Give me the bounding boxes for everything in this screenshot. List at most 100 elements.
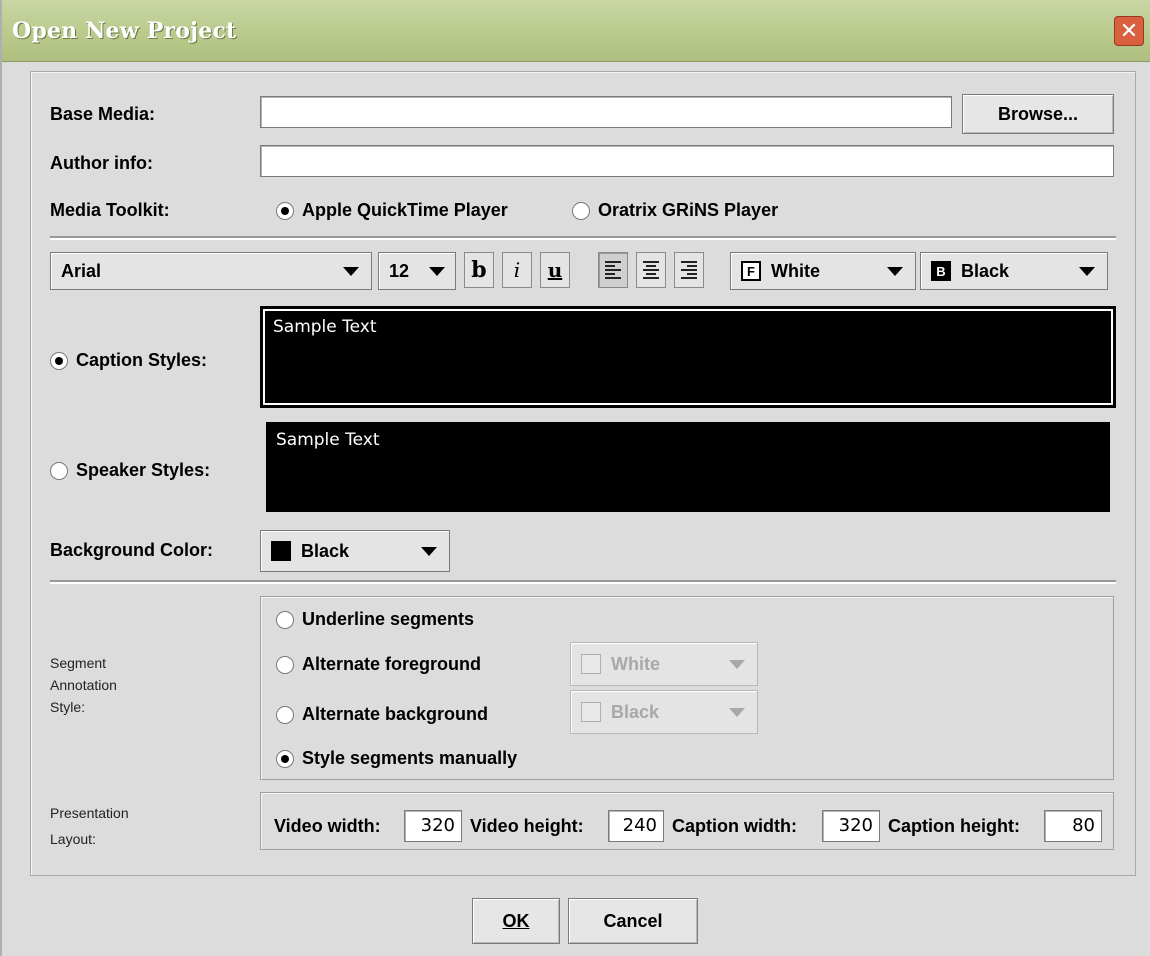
caption-preview[interactable]: Sample Text bbox=[260, 306, 1116, 408]
radio-unselected-icon bbox=[50, 461, 68, 480]
caption-height-input[interactable]: 80 bbox=[1044, 810, 1102, 842]
base-media-label: Base Media: bbox=[50, 104, 156, 124]
segment-option-label: Style segments manually bbox=[302, 748, 518, 768]
foreground-color-select[interactable]: F White bbox=[730, 252, 916, 290]
chevron-down-icon bbox=[421, 546, 437, 556]
radio-unselected-icon bbox=[572, 201, 590, 220]
speaker-styles-label: Speaker Styles: bbox=[76, 460, 211, 480]
media-toolkit-label: Media Toolkit: bbox=[50, 200, 170, 220]
background-color-value-wrap: B Black bbox=[921, 261, 1079, 282]
radio-selected-icon bbox=[276, 201, 294, 220]
color-swatch-icon bbox=[581, 702, 601, 722]
radio-unselected-icon bbox=[276, 610, 294, 629]
alternate-background-value: Black bbox=[611, 701, 660, 722]
caption-sample-text: Sample Text bbox=[273, 317, 377, 337]
alternate-background-radio[interactable]: Alternate background bbox=[276, 704, 488, 725]
base-media-input[interactable] bbox=[260, 96, 952, 128]
cancel-button-label: Cancel bbox=[603, 910, 663, 931]
bold-icon: b bbox=[471, 257, 487, 283]
cancel-button[interactable]: Cancel bbox=[568, 898, 698, 944]
background-color-dropdown-value: Black bbox=[301, 540, 350, 561]
chevron-down-icon bbox=[729, 707, 745, 717]
font-family-select[interactable]: Arial bbox=[50, 252, 372, 290]
toolkit-option-label: Oratrix GRiNS Player bbox=[598, 200, 779, 220]
separator bbox=[50, 580, 1116, 584]
alternate-foreground-value-wrap: White bbox=[571, 654, 729, 675]
italic-icon: i bbox=[513, 258, 521, 282]
layout-label-line: Presentation bbox=[50, 805, 129, 821]
font-size-value: 12 bbox=[389, 260, 410, 281]
browse-button-label: Browse... bbox=[997, 103, 1079, 124]
segment-label-line: Style: bbox=[50, 699, 86, 715]
separator bbox=[50, 236, 1116, 240]
alternate-background-select[interactable]: Black bbox=[570, 690, 758, 734]
chevron-down-icon bbox=[729, 659, 745, 669]
radio-unselected-icon bbox=[276, 705, 294, 724]
italic-button[interactable]: i bbox=[502, 252, 532, 288]
background-color-select[interactable]: B Black bbox=[920, 252, 1108, 290]
align-left-button[interactable] bbox=[598, 252, 628, 288]
alternate-foreground-radio[interactable]: Alternate foreground bbox=[276, 654, 481, 675]
alternate-foreground-value: White bbox=[611, 653, 660, 674]
align-left-icon bbox=[605, 261, 621, 279]
alternate-foreground-select[interactable]: White bbox=[570, 642, 758, 686]
segment-option-label: Alternate foreground bbox=[302, 654, 482, 674]
align-center-button[interactable] bbox=[636, 252, 666, 288]
radio-selected-icon bbox=[276, 749, 294, 768]
caption-width-input[interactable]: 320 bbox=[822, 810, 880, 842]
speaker-sample-text: Sample Text bbox=[276, 430, 380, 450]
ok-button-label: OK bbox=[502, 910, 530, 931]
background-color-label: Background Color: bbox=[50, 540, 214, 560]
foreground-letter-icon: F bbox=[741, 261, 761, 281]
background-color-value: Black bbox=[961, 260, 1010, 281]
color-swatch-icon bbox=[581, 654, 601, 674]
segment-label-line: Segment bbox=[50, 655, 107, 671]
align-right-button[interactable] bbox=[674, 252, 704, 288]
underline-button[interactable]: u bbox=[540, 252, 570, 288]
browse-button[interactable]: Browse... bbox=[962, 94, 1114, 134]
close-button[interactable]: ✕ bbox=[1114, 16, 1144, 46]
alternate-background-value-wrap: Black bbox=[571, 702, 729, 723]
video-width-input[interactable]: 320 bbox=[404, 810, 462, 842]
caption-width-label: Caption width: bbox=[672, 816, 797, 836]
underline-icon: u bbox=[547, 258, 563, 282]
video-height-label: Video height: bbox=[470, 816, 584, 836]
align-right-icon bbox=[681, 261, 697, 279]
caption-styles-radio[interactable]: Caption Styles: bbox=[50, 350, 207, 371]
author-info-input[interactable] bbox=[260, 145, 1114, 177]
chevron-down-icon bbox=[887, 266, 903, 276]
segment-option-label: Alternate background bbox=[302, 704, 489, 724]
title-bar[interactable]: Open New Project ✕ bbox=[2, 0, 1150, 62]
font-size-select[interactable]: 12 bbox=[378, 252, 456, 290]
segment-label-line: Annotation bbox=[50, 677, 117, 693]
foreground-color-value-wrap: F White bbox=[731, 261, 887, 282]
toolkit-radio-grins[interactable]: Oratrix GRiNS Player bbox=[572, 200, 778, 221]
speaker-preview[interactable]: Sample Text bbox=[266, 422, 1110, 512]
color-swatch-icon bbox=[271, 541, 291, 561]
background-color-dropdown[interactable]: Black bbox=[260, 530, 450, 572]
caption-styles-label: Caption Styles: bbox=[76, 350, 208, 370]
background-color-dropdown-value-wrap: Black bbox=[261, 541, 421, 562]
chevron-down-icon bbox=[429, 266, 445, 276]
segment-option-label: Underline segments bbox=[302, 609, 475, 629]
close-icon: ✕ bbox=[1119, 18, 1139, 43]
author-info-label: Author info: bbox=[50, 153, 153, 173]
speaker-styles-radio[interactable]: Speaker Styles: bbox=[50, 460, 210, 481]
ok-button[interactable]: OK bbox=[472, 898, 560, 944]
bold-button[interactable]: b bbox=[464, 252, 494, 288]
open-new-project-dialog: Open New Project ✕ Base Media: Browse...… bbox=[0, 0, 1150, 956]
font-family-value: Arial bbox=[61, 260, 102, 281]
radio-unselected-icon bbox=[276, 655, 294, 674]
video-height-input[interactable]: 240 bbox=[608, 810, 664, 842]
video-width-label: Video width: bbox=[274, 816, 381, 836]
style-segments-manually-radio[interactable]: Style segments manually bbox=[276, 748, 517, 769]
align-center-icon bbox=[643, 261, 659, 279]
window-title: Open New Project bbox=[12, 18, 237, 44]
layout-label-line: Layout: bbox=[50, 831, 96, 847]
underline-segments-radio[interactable]: Underline segments bbox=[276, 609, 474, 630]
segment-annotation-label: Segment Annotation Style: bbox=[50, 652, 117, 718]
foreground-color-value: White bbox=[771, 260, 820, 281]
radio-selected-icon bbox=[50, 351, 68, 370]
toolkit-radio-quicktime[interactable]: Apple QuickTime Player bbox=[276, 200, 508, 221]
background-letter-icon: B bbox=[931, 261, 951, 281]
